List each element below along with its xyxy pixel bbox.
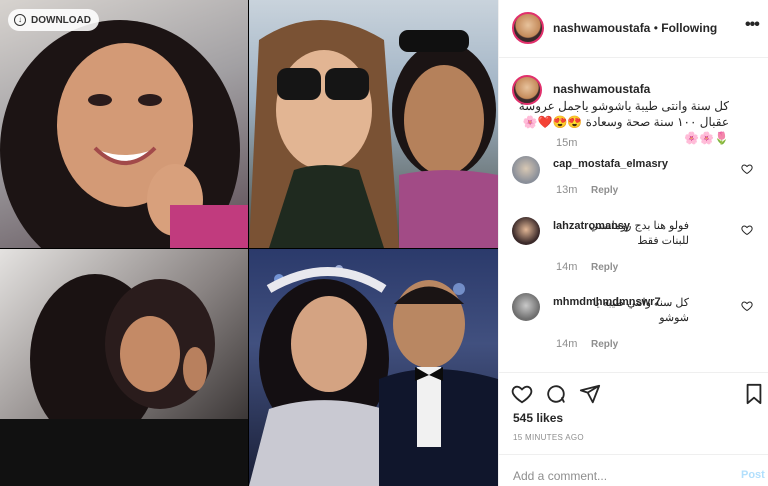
more-icon[interactable]: •••: [745, 16, 760, 34]
comment-text: كل سنه وانتي طيبه يا شوشو: [593, 297, 689, 324]
photo-tile-4: [249, 249, 498, 486]
heart-icon[interactable]: [741, 224, 753, 236]
heart-icon[interactable]: [741, 163, 753, 175]
caption-timestamp: 15m: [556, 137, 578, 149]
comment-avatar[interactable]: [512, 217, 540, 245]
post-sidebar: nashwamoustafa • Following ••• nashwamou…: [498, 0, 768, 486]
caption-text: كل سنة وانتى طيبة ياشوشو ياجمل عروسة عقب…: [518, 99, 729, 145]
reply-button[interactable]: Reply: [591, 262, 618, 273]
bookmark-icon[interactable]: [743, 383, 765, 405]
comment-time: 14m: [556, 338, 578, 350]
comment-avatar[interactable]: [512, 293, 540, 321]
likes-count[interactable]: 545 likes: [513, 411, 563, 425]
photo-tile-1: ↓ DOWNLOAD: [0, 0, 248, 248]
instagram-post: ↓ DOWNLOAD nashwamoustafa • Following ••…: [0, 0, 768, 486]
comment-time: 13m: [556, 184, 578, 196]
add-comment-bar: Add a comment... Post: [499, 454, 768, 486]
comment-icon[interactable]: [545, 383, 567, 405]
post-media-collage[interactable]: ↓ DOWNLOAD: [0, 0, 498, 486]
photo-tile-2: [249, 0, 498, 248]
post-button[interactable]: Post: [741, 469, 765, 481]
share-icon[interactable]: [579, 383, 601, 405]
heart-icon[interactable]: [741, 300, 753, 312]
post-header: nashwamoustafa • Following •••: [499, 0, 768, 58]
post-timestamp: 15 MINUTES AGO: [513, 433, 584, 442]
comment-text: فولو هنا بدج رومانسي للبنات فقط: [589, 220, 689, 247]
heart-icon[interactable]: [511, 383, 533, 405]
reply-button[interactable]: Reply: [591, 339, 618, 350]
avatar[interactable]: [512, 12, 544, 44]
photo-tile-3: [0, 249, 248, 486]
comment-avatar[interactable]: [512, 156, 540, 184]
download-button[interactable]: ↓ DOWNLOAD: [8, 9, 99, 31]
comment-time: 14m: [556, 261, 578, 273]
reply-button[interactable]: Reply: [591, 185, 618, 196]
following-button[interactable]: Following: [661, 21, 717, 35]
download-icon: ↓: [14, 14, 26, 26]
username-link[interactable]: nashwamoustafa: [553, 21, 650, 35]
caption-username[interactable]: nashwamoustafa: [553, 82, 650, 96]
comment-username[interactable]: cap_mostafa_elmasry: [553, 158, 668, 170]
header-separator: •: [653, 21, 658, 35]
comment-input[interactable]: Add a comment...: [513, 469, 607, 483]
post-header-user: nashwamoustafa • Following: [553, 21, 717, 35]
